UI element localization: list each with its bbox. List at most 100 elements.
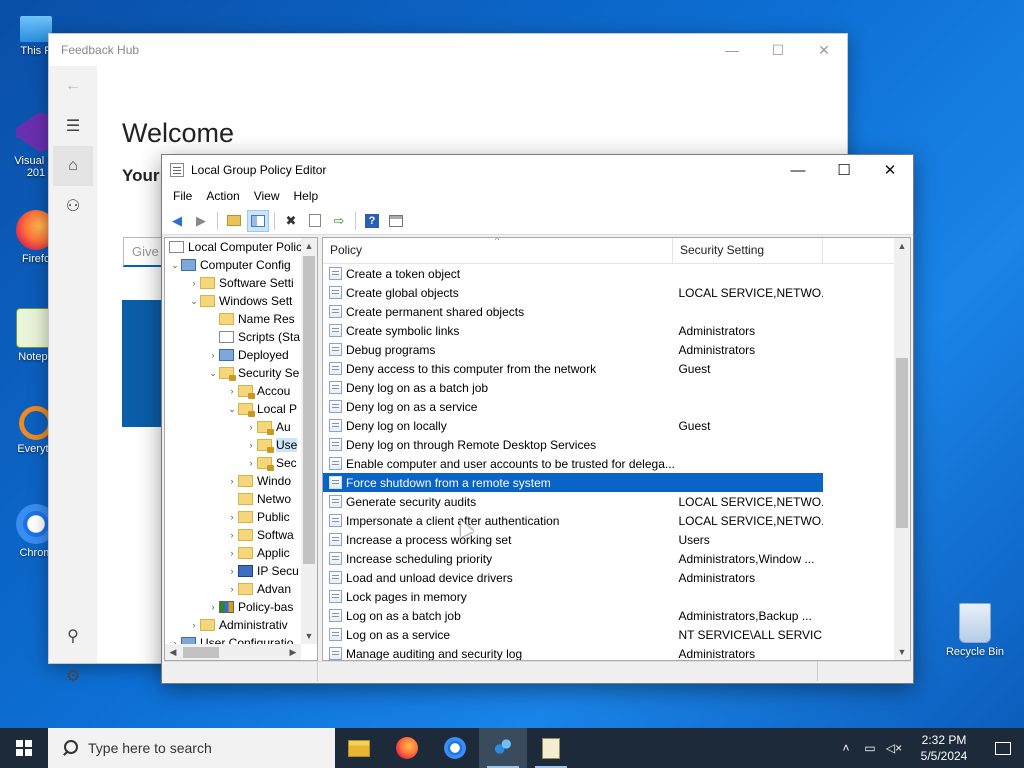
chevron-right-icon[interactable]: › <box>226 512 238 522</box>
chevron-right-icon[interactable]: › <box>207 602 219 612</box>
chevron-right-icon[interactable]: › <box>207 350 219 360</box>
settings-gear-icon[interactable]: ⚙ <box>49 656 97 696</box>
maximize-button[interactable]: ☐ <box>755 34 801 66</box>
home-icon[interactable]: ⌂ <box>53 146 93 186</box>
scroll-thumb[interactable] <box>896 358 908 528</box>
chevron-right-icon[interactable]: › <box>226 530 238 540</box>
policy-row[interactable]: Log on as a service NT SERVICE\ALL SERVIC… <box>323 625 823 644</box>
tree-node[interactable]: › Policy-bas <box>165 598 301 616</box>
policy-row[interactable]: Manage auditing and security log Administ… <box>323 644 823 660</box>
menu-action[interactable]: Action <box>199 189 246 203</box>
properties-icon[interactable] <box>304 210 326 232</box>
export-list-icon[interactable]: ⇨ <box>328 210 350 232</box>
chevron-up-icon[interactable]: ˄ <box>834 741 858 755</box>
desktop-icon-recycle-bin[interactable]: Recycle Bin <box>938 603 1012 658</box>
chevron-right-icon[interactable]: › <box>226 476 238 486</box>
tree-node[interactable]: Local Computer Polic <box>165 238 301 256</box>
notification-center-button[interactable] <box>982 728 1024 768</box>
chevron-down-icon[interactable]: ⌄ <box>226 404 238 415</box>
minimize-button[interactable]: — <box>709 34 755 66</box>
policy-row[interactable]: Generate security audits LOCAL SERVICE,NE… <box>323 492 823 511</box>
taskbar-file-explorer[interactable] <box>335 728 383 768</box>
hamburger-menu-icon[interactable]: ☰ <box>49 106 97 146</box>
close-button[interactable]: ✕ <box>801 34 847 66</box>
policy-row[interactable]: Deny log on locally Guest <box>323 416 823 435</box>
feedback-hub-titlebar[interactable]: Feedback Hub — ☐ ✕ <box>49 34 847 66</box>
policy-row[interactable]: Debug programs Administrators <box>323 340 823 359</box>
chevron-right-icon[interactable]: › <box>226 584 238 594</box>
taskbar-search-box[interactable]: Type here to search <box>48 728 335 768</box>
tree-node[interactable]: Name Res <box>165 310 301 328</box>
tree-node[interactable]: › Deployed <box>165 346 301 364</box>
menu-help[interactable]: Help <box>287 189 326 203</box>
chevron-right-icon[interactable]: › <box>245 458 257 468</box>
tree-node[interactable]: › Administrativ <box>165 616 301 634</box>
maximize-button[interactable]: ☐ <box>821 155 867 185</box>
policy-row[interactable]: Create permanent shared objects <box>323 302 823 321</box>
policy-row[interactable]: Create a token object <box>323 264 823 283</box>
network-icon[interactable]: ▭ <box>858 741 882 755</box>
clock[interactable]: 2:32 PM 5/5/2024 <box>906 732 982 764</box>
chevron-right-icon[interactable]: › <box>245 440 257 450</box>
list-vertical-scrollbar[interactable]: ▲ ▼ <box>894 238 910 660</box>
tree-node[interactable]: › Use <box>165 436 301 454</box>
taskbar-people[interactable] <box>479 728 527 768</box>
tree-node[interactable]: › Softwa <box>165 526 301 544</box>
scroll-left-icon[interactable]: ◀ <box>165 644 181 660</box>
policy-row[interactable]: Deny log on as a service <box>323 397 823 416</box>
menu-file[interactable]: File <box>166 189 199 203</box>
tree-horizontal-scrollbar[interactable]: ◀ ▶ <box>165 644 301 660</box>
policy-row[interactable]: Deny access to this computer from the ne… <box>323 359 823 378</box>
up-folder-icon[interactable] <box>223 210 245 232</box>
chevron-right-icon[interactable]: › <box>226 566 238 576</box>
tree-node[interactable]: › Advan <box>165 580 301 598</box>
forward-icon[interactable]: ▶ <box>190 210 212 232</box>
policy-row[interactable]: Impersonate a client after authenticatio… <box>323 511 823 530</box>
column-header-security-setting[interactable]: Security Setting <box>673 238 823 263</box>
start-button[interactable] <box>0 728 48 768</box>
policy-row[interactable]: Increase scheduling priority Administrato… <box>323 549 823 568</box>
gpe-titlebar[interactable]: Local Group Policy Editor — ☐ ✕ <box>162 155 913 185</box>
scroll-up-icon[interactable]: ▲ <box>894 238 910 254</box>
policy-row[interactable]: Enable computer and user accounts to be … <box>323 454 823 473</box>
tree-node[interactable]: › User Configuratio <box>165 634 301 644</box>
tree-node[interactable]: › Accou <box>165 382 301 400</box>
taskbar-chrome[interactable] <box>431 728 479 768</box>
chevron-right-icon[interactable]: › <box>188 278 200 288</box>
tree-node[interactable]: › IP Secu <box>165 562 301 580</box>
policy-row[interactable]: Load and unload device drivers Administra… <box>323 568 823 587</box>
scroll-right-icon[interactable]: ▶ <box>285 644 301 660</box>
tree-node[interactable]: ⌄ Windows Sett <box>165 292 301 310</box>
tree-node[interactable]: › Au <box>165 418 301 436</box>
chevron-down-icon[interactable]: ⌄ <box>169 260 181 271</box>
tree-node[interactable]: › Public <box>165 508 301 526</box>
tree-node[interactable]: › Software Setti <box>165 274 301 292</box>
show-hide-tree-icon[interactable] <box>247 209 269 232</box>
view-icon[interactable] <box>385 210 407 232</box>
scroll-thumb[interactable] <box>303 256 315 564</box>
close-button[interactable]: ✕ <box>867 155 913 185</box>
policy-row[interactable]: Create global objects LOCAL SERVICE,NETWO… <box>323 283 823 302</box>
taskbar-firefox[interactable] <box>383 728 431 768</box>
tree-node[interactable]: › Windo <box>165 472 301 490</box>
help-icon[interactable]: ? <box>361 210 383 232</box>
tree-vertical-scrollbar[interactable]: ▲ ▼ <box>301 238 317 644</box>
back-icon[interactable]: ← <box>49 66 97 106</box>
tree-node[interactable]: Scripts (Sta <box>165 328 301 346</box>
scroll-down-icon[interactable]: ▼ <box>301 628 317 644</box>
policy-row[interactable]: Lock pages in memory <box>323 587 823 606</box>
policy-row[interactable]: Increase a process working set Users <box>323 530 823 549</box>
policy-row[interactable]: Deny log on through Remote Desktop Servi… <box>323 435 823 454</box>
chevron-right-icon[interactable]: › <box>226 548 238 558</box>
policy-row[interactable]: Create symbolic links Administrators <box>323 321 823 340</box>
scroll-down-icon[interactable]: ▼ <box>894 644 910 660</box>
policy-row[interactable]: Deny log on as a batch job <box>323 378 823 397</box>
tree-node[interactable]: ⌄ Local P <box>165 400 301 418</box>
tree-node[interactable]: Netwo <box>165 490 301 508</box>
minimize-button[interactable]: — <box>775 155 821 185</box>
policy-row[interactable]: Log on as a batch job Administrators,Back… <box>323 606 823 625</box>
add-person-icon[interactable]: ⚲ <box>49 616 97 656</box>
chevron-right-icon[interactable]: › <box>226 386 238 396</box>
tree-node[interactable]: ⌄ Computer Config <box>165 256 301 274</box>
feedback-icon[interactable]: ⚇ <box>49 186 97 226</box>
